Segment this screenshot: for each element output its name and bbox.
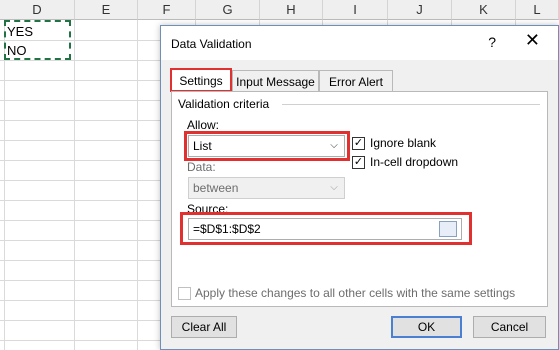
apply-all-checkbox[interactable]: [178, 287, 191, 300]
apply-all-label[interactable]: Apply these changes to all other cells w…: [195, 286, 515, 300]
column-header-l[interactable]: L: [516, 0, 559, 20]
column-header-k[interactable]: K: [452, 0, 516, 20]
tab-input-message[interactable]: Input Message: [232, 70, 319, 92]
dialog-title: Data Validation: [171, 37, 252, 51]
column-header-e[interactable]: E: [75, 0, 138, 20]
column-header-f[interactable]: F: [138, 0, 196, 20]
data-select-value: between: [193, 181, 239, 195]
allow-highlight: [184, 131, 350, 161]
column-header-i[interactable]: I: [323, 0, 388, 20]
tab-settings[interactable]: Settings: [170, 68, 232, 92]
close-icon[interactable]: ✕: [525, 31, 540, 49]
ignore-blank-label[interactable]: Ignore blank: [370, 136, 436, 150]
validation-criteria-label: Validation criteria: [178, 97, 270, 111]
settings-panel: Validation criteria Allow: List ⌵ ✓ Igno…: [171, 91, 548, 307]
dialog-titlebar[interactable]: Data Validation ? ✕: [161, 26, 558, 60]
data-label: Data:: [187, 160, 216, 174]
cancel-button[interactable]: Cancel: [473, 316, 546, 338]
column-header-j[interactable]: J: [388, 0, 452, 20]
tab-error-alert[interactable]: Error Alert: [319, 70, 393, 92]
in-cell-dropdown-checkbox[interactable]: ✓: [352, 156, 365, 169]
ignore-blank-checkbox[interactable]: ✓: [352, 137, 365, 150]
column-header-h[interactable]: H: [260, 0, 323, 20]
column-header-d[interactable]: D: [0, 0, 75, 20]
data-validation-dialog: Data Validation ? ✕ Settings Input Messa…: [160, 25, 559, 350]
source-highlight: [180, 212, 472, 245]
chevron-down-icon: ⌵: [330, 182, 338, 193]
in-cell-dropdown-label[interactable]: In-cell dropdown: [370, 155, 458, 169]
column-header-g[interactable]: G: [196, 0, 260, 20]
copy-marquee: [4, 20, 71, 60]
allow-label: Allow:: [187, 118, 220, 132]
ok-button[interactable]: OK: [391, 316, 462, 338]
help-button[interactable]: ?: [488, 34, 496, 50]
clear-all-button[interactable]: Clear All: [171, 316, 237, 338]
data-select: between ⌵: [188, 177, 345, 199]
